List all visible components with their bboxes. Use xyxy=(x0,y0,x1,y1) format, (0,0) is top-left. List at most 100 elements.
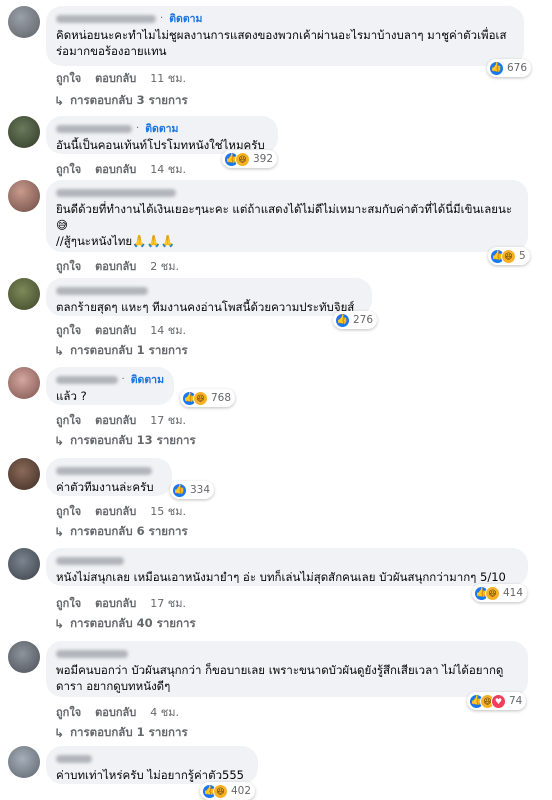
commenter-name[interactable]: · ติดตาม xyxy=(56,122,268,135)
reply-button[interactable]: ตอบกลับ xyxy=(95,257,136,275)
commenter-name[interactable] xyxy=(56,284,362,297)
like-button[interactable]: ถูกใจ xyxy=(56,69,81,87)
view-replies-link[interactable]: ↳ การตอบกลับ 40 รายการ xyxy=(54,615,196,633)
love-reaction-icon: ♥ xyxy=(491,693,506,709)
comment-text: ตลกร้ายสุดๆ แหะๆ ทีมงานคงอ่านโพสนี้ด้วยค… xyxy=(56,300,355,314)
reaction-count[interactable]: 👍 676 xyxy=(487,59,532,77)
reaction-count[interactable]: 👍 276 xyxy=(333,311,378,329)
like-reaction-icon: 👍 xyxy=(489,60,504,76)
reply-arrow-icon: ↳ xyxy=(54,726,65,740)
comment-actions: ถูกใจ ตอบกลับ 15 ชม. xyxy=(56,502,200,520)
comment-actions: ถูกใจ ตอบกลับ 14 ชม. xyxy=(56,321,200,339)
reply-arrow-icon: ↳ xyxy=(54,525,65,539)
reaction-count[interactable]: 👍 😆 402 xyxy=(200,782,256,800)
reaction-count[interactable]: 👍 😆 414 xyxy=(472,584,528,602)
comment-text: ค่าตัวทีมงานล่ะครับ xyxy=(56,480,154,494)
reaction-count[interactable]: 👍 😆 5 xyxy=(488,247,530,265)
comment-actions: ถูกใจ ตอบกลับ 4 ชม. xyxy=(56,703,193,721)
comment-actions: ถูกใจ ตอบกลับ 11 ชม. xyxy=(56,69,200,87)
like-reaction-icon: 👍 xyxy=(172,482,187,498)
reply-arrow-icon: ↳ xyxy=(54,434,65,448)
avatar[interactable] xyxy=(8,180,40,212)
reply-arrow-icon: ↳ xyxy=(54,344,65,358)
comment-bubble: ค่าตัวทีมงานล่ะครับ xyxy=(46,458,172,496)
like-button[interactable]: ถูกใจ xyxy=(56,257,81,275)
follow-button[interactable]: ติดตาม xyxy=(145,120,178,137)
comment-bubble: ยินดีด้วยที่ทำงานได้เงินเยอะๆนะคะ แต่ถ้า… xyxy=(46,180,528,252)
comment-actions: ถูกใจ ตอบกลับ 17 ชม. xyxy=(56,594,200,612)
timestamp[interactable]: 14 ชม. xyxy=(150,321,186,339)
comment-actions: ถูกใจ ตอบกลับ 14 ชม. xyxy=(56,160,200,178)
like-button[interactable]: ถูกใจ xyxy=(56,502,81,520)
reply-button[interactable]: ตอบกลับ xyxy=(95,160,136,178)
view-replies-link[interactable]: ↳ การตอบกลับ 6 รายการ xyxy=(54,523,188,541)
comment-bubble: · ติดตาม แล้ว ? xyxy=(46,367,174,405)
like-reaction-icon: 👍 xyxy=(335,312,350,328)
haha-reaction-icon: 😆 xyxy=(235,151,250,167)
view-replies-link[interactable]: ↳ การตอบกลับ 3 รายการ xyxy=(54,92,188,110)
reply-button[interactable]: ตอบกลับ xyxy=(95,594,136,612)
reply-button[interactable]: ตอบกลับ xyxy=(95,69,136,87)
haha-reaction-icon: 😆 xyxy=(213,783,228,799)
haha-reaction-icon: 😆 xyxy=(501,248,516,264)
comment-bubble: · ติดตาม อันนี้เป็นคอนเท้นท์โปรโมทหนังใช… xyxy=(46,116,278,154)
haha-reaction-icon: 😆 xyxy=(193,390,208,406)
avatar[interactable] xyxy=(8,641,40,673)
commenter-name[interactable] xyxy=(56,647,518,660)
timestamp[interactable]: 2 ชม. xyxy=(150,257,179,275)
comment-text: ค่าบทเท่าไหร่ครับ ไม่อยากรู้ค่าตัว555 xyxy=(56,768,244,782)
like-button[interactable]: ถูกใจ xyxy=(56,160,81,178)
view-replies-link[interactable]: ↳ การตอบกลับ 1 รายการ xyxy=(54,724,188,742)
reaction-count[interactable]: 👍 😆 ♥ 74 xyxy=(467,692,527,710)
timestamp[interactable]: 17 ชม. xyxy=(150,411,186,429)
comment-actions: ถูกใจ ตอบกลับ 17 ชม. xyxy=(56,411,200,429)
reply-button[interactable]: ตอบกลับ xyxy=(95,703,136,721)
reply-arrow-icon: ↳ xyxy=(54,617,65,631)
comment-bubble: ค่าบทเท่าไหร่ครับ ไม่อยากรู้ค่าตัว555 xyxy=(46,746,258,784)
follow-button[interactable]: ติดตาม xyxy=(131,371,164,388)
comment-bubble: ตลกร้ายสุดๆ แหะๆ ทีมงานคงอ่านโพสนี้ด้วยค… xyxy=(46,278,372,316)
reply-button[interactable]: ตอบกลับ xyxy=(95,502,136,520)
like-button[interactable]: ถูกใจ xyxy=(56,594,81,612)
commenter-name[interactable] xyxy=(56,186,518,199)
avatar[interactable] xyxy=(8,6,40,38)
commenter-name[interactable] xyxy=(56,464,162,477)
comment-text-line-2: //สู้ๆนะหนังไทย🙏🙏🙏 xyxy=(56,234,176,248)
timestamp[interactable]: 11 ชม. xyxy=(150,69,186,87)
comment-text: ยินดีด้วยที่ทำงานได้เงินเยอะๆนะคะ แต่ถ้า… xyxy=(56,202,513,232)
reaction-count[interactable]: 👍 😆 392 xyxy=(222,150,278,168)
comment-text: พอมีคนบอกว่า บัวผันสนุกกว่า ก็ขอบายเลย เ… xyxy=(56,663,504,693)
avatar[interactable] xyxy=(8,746,40,778)
comment-bubble: · ติดตาม คิดหน่อยนะคะทำไมไม่ชูผลงานการแส… xyxy=(46,6,524,66)
avatar[interactable] xyxy=(8,458,40,490)
commenter-name[interactable] xyxy=(56,554,518,567)
reply-button[interactable]: ตอบกลับ xyxy=(95,411,136,429)
reply-button[interactable]: ตอบกลับ xyxy=(95,321,136,339)
reaction-count[interactable]: 👍 334 xyxy=(170,481,215,499)
comment-text: แล้ว ? xyxy=(56,389,87,403)
avatar[interactable] xyxy=(8,278,40,310)
timestamp[interactable]: 14 ชม. xyxy=(150,160,186,178)
haha-reaction-icon: 😆 xyxy=(485,585,500,601)
commenter-name[interactable]: · ติดตาม xyxy=(56,373,164,386)
comment-bubble: พอมีคนบอกว่า บัวผันสนุกกว่า ก็ขอบายเลย เ… xyxy=(46,641,528,697)
comment-text: คิดหน่อยนะคะทำไมไม่ชูผลงานการแสดงของพวกเ… xyxy=(56,28,507,58)
view-replies-link[interactable]: ↳ การตอบกลับ 1 รายการ xyxy=(54,342,188,360)
avatar[interactable] xyxy=(8,548,40,580)
commenter-name[interactable]: · ติดตาม xyxy=(56,12,514,25)
commenter-name[interactable] xyxy=(56,752,248,765)
reply-arrow-icon: ↳ xyxy=(54,94,65,108)
like-button[interactable]: ถูกใจ xyxy=(56,411,81,429)
like-button[interactable]: ถูกใจ xyxy=(56,703,81,721)
avatar[interactable] xyxy=(8,116,40,148)
timestamp[interactable]: 15 ชม. xyxy=(150,502,186,520)
follow-button[interactable]: ติดตาม xyxy=(169,10,202,27)
comment-text: หนังไม่สนุกเลย เหมือนเอาหนังมายำๆ อ่ะ บท… xyxy=(56,570,506,584)
comment-actions: ถูกใจ ตอบกลับ 2 ชม. xyxy=(56,257,193,275)
reaction-count[interactable]: 👍 😆 768 xyxy=(180,389,236,407)
avatar[interactable] xyxy=(8,367,40,399)
like-button[interactable]: ถูกใจ xyxy=(56,321,81,339)
timestamp[interactable]: 17 ชม. xyxy=(150,594,186,612)
timestamp[interactable]: 4 ชม. xyxy=(150,703,179,721)
view-replies-link[interactable]: ↳ การตอบกลับ 13 รายการ xyxy=(54,432,196,450)
